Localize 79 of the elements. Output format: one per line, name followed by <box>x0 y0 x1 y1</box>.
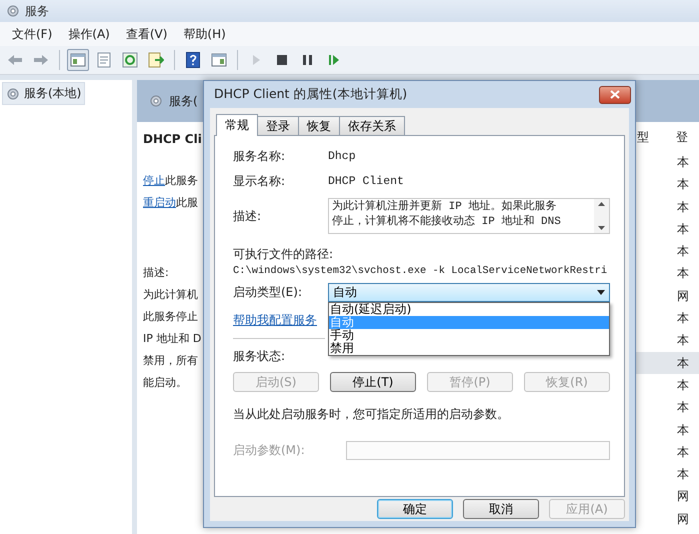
refresh-icon <box>122 52 138 68</box>
dropdown-option[interactable]: 手动 <box>329 329 609 342</box>
dropdown-option[interactable]: 自动(延迟启动) <box>329 303 609 316</box>
menu-item[interactable]: 操作(A) <box>62 24 116 44</box>
table-row[interactable]: 网 <box>633 485 699 508</box>
column-header[interactable]: 登 <box>672 129 699 151</box>
field-value: DHCP Client <box>328 175 404 188</box>
table-row[interactable]: 本 <box>633 240 699 262</box>
description-label: 描述: <box>143 265 170 281</box>
description-text: 为此计算机 <box>143 287 199 303</box>
window-pane-icon <box>70 53 86 67</box>
action-link[interactable]: 停止 <box>143 174 165 187</box>
help-link[interactable]: 帮助我配置服务 <box>233 312 317 329</box>
field-label: 可执行文件的路径: <box>233 246 334 263</box>
dialog-button[interactable]: 确定 <box>377 499 453 519</box>
description-box[interactable]: 为此计算机注册并更新 IP 地址。如果此服务 停止，计算机将不能接收动态 IP 地址和 DNS <box>328 198 610 234</box>
document-icon <box>97 52 111 68</box>
restart-icon <box>328 54 340 66</box>
table-row[interactable]: 网 <box>633 508 699 530</box>
table-row[interactable]: 网 <box>633 284 699 308</box>
tab[interactable]: 恢复 <box>298 116 340 136</box>
action-link[interactable]: 重启动 <box>143 196 176 209</box>
menu-item[interactable]: 文件(F) <box>6 24 58 44</box>
close-button[interactable] <box>599 86 631 104</box>
service-button[interactable]: 停止(T) <box>330 372 416 392</box>
play-icon <box>251 54 261 66</box>
description-text: 禁用，所有 <box>143 353 199 369</box>
table-row[interactable]: 本 <box>633 396 699 419</box>
description-text: 此服务停止 <box>143 309 199 325</box>
table-row[interactable]: 本 <box>633 262 699 285</box>
field-label: 服务名称: <box>233 148 286 165</box>
scroll-up-icon[interactable] <box>598 202 605 206</box>
console-tree-button[interactable] <box>67 49 89 71</box>
table-row[interactable]: 本 <box>633 352 699 374</box>
table-row[interactable]: 本 <box>633 196 699 218</box>
window-title: 服务 <box>25 2 49 20</box>
description-text: IP 地址和 D <box>143 331 202 347</box>
window-pane-icon <box>211 53 227 67</box>
hint-text: 当从此处启动服务时，您可指定所适用的启动参数。 <box>233 406 510 423</box>
close-icon <box>610 90 620 99</box>
field-value: Dhcp <box>328 150 356 163</box>
menu-item[interactable]: 查看(V) <box>120 24 174 44</box>
startup-type-select[interactable]: 自动 <box>328 283 610 302</box>
column-header[interactable]: 型 <box>633 129 672 151</box>
tab[interactable]: 常规 <box>216 114 258 136</box>
pause-icon <box>303 55 313 65</box>
field-label: 服务状态: <box>233 348 286 365</box>
tab[interactable]: 依存关系 <box>339 116 405 136</box>
table-row[interactable]: 本 <box>633 173 699 196</box>
dialog-button[interactable]: 取消 <box>463 499 539 519</box>
field-label: 描述: <box>233 208 262 224</box>
path-text: C:\windows\system32\svchost.exe -k LocalServiceNetworkRestri <box>233 265 608 277</box>
table-row[interactable]: 本 <box>633 218 699 240</box>
dropdown-option[interactable]: 禁用 <box>329 342 609 355</box>
table-row[interactable]: 本 <box>633 374 699 396</box>
table-row[interactable]: 本 <box>633 151 699 174</box>
table-row[interactable]: 本 <box>633 440 699 464</box>
right-arrow-icon <box>33 54 49 66</box>
service-title: DHCP Cli <box>143 132 203 146</box>
tree-item[interactable]: 服务(本地) <box>2 82 86 105</box>
pane-title: 服务( <box>169 92 198 110</box>
stop-icon <box>277 55 287 65</box>
tab[interactable]: 登录 <box>257 116 299 136</box>
export-icon <box>148 52 164 68</box>
dialog-title: DHCP Client 的属性(本地计算机) <box>214 86 408 103</box>
field-label: 显示名称: <box>233 173 286 190</box>
help-icon <box>186 52 200 68</box>
table-row[interactable]: 本 <box>633 418 699 441</box>
services-icon <box>6 4 20 18</box>
table-row[interactable]: 本 <box>633 307 699 330</box>
left-arrow-icon <box>7 54 23 66</box>
table-row[interactable]: 本 <box>633 329 699 352</box>
field-label: 启动参数(M): <box>233 442 306 459</box>
description-text: 能启动。 <box>143 375 188 391</box>
field-label: 启动类型(E): <box>233 284 303 301</box>
table-row[interactable]: 本 <box>633 463 699 486</box>
menu-item[interactable]: 帮助(H) <box>177 24 232 44</box>
scroll-down-icon[interactable] <box>598 226 605 230</box>
caret-icon <box>597 290 605 295</box>
